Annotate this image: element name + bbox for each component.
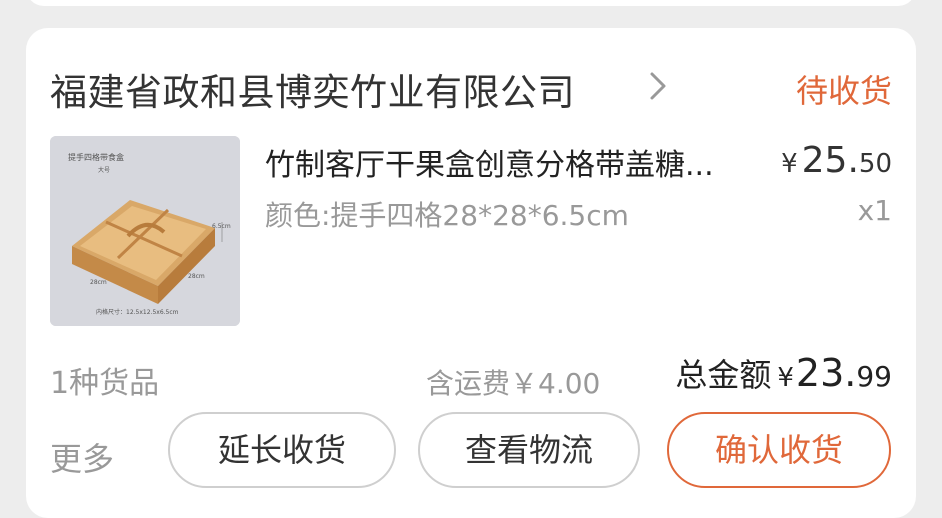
total-decimal: 99 bbox=[856, 360, 892, 393]
image-width-dim: 28cm bbox=[90, 279, 107, 286]
view-logistics-button[interactable]: 查看物流 bbox=[418, 412, 640, 488]
previous-order-card bbox=[26, 0, 916, 6]
price-currency: ¥ bbox=[781, 149, 798, 179]
product-image[interactable]: 提手四格带食盒 大号 6.5cm 28cm 28cm 内格尺寸：12.5x12.… bbox=[50, 136, 240, 326]
shop-name[interactable]: 福建省政和县博奕竹业有限公司 bbox=[50, 62, 575, 116]
confirm-receipt-button[interactable]: 确认收货 bbox=[667, 412, 891, 488]
image-height-dim: 6.5cm bbox=[212, 223, 231, 230]
product-title[interactable]: 竹制客厅干果盒创意分格带盖糖... bbox=[265, 140, 745, 184]
total-currency: ¥ bbox=[777, 363, 794, 393]
more-button[interactable]: 更多 bbox=[50, 434, 114, 480]
chevron-right-icon[interactable] bbox=[638, 66, 678, 106]
product-price: ¥25.50 bbox=[781, 140, 892, 181]
extend-receipt-button[interactable]: 延长收货 bbox=[168, 412, 396, 488]
total-label: 总金额 bbox=[675, 356, 772, 394]
image-top-label: 提手四格带食盒 bbox=[68, 152, 124, 162]
product-spec: 颜色:提手四格28*28*6.5cm bbox=[265, 199, 629, 232]
price-decimal: 50 bbox=[858, 149, 892, 179]
shop-header[interactable]: 福建省政和县博奕竹业有限公司 待收货 bbox=[50, 60, 892, 114]
total-integer: 23. bbox=[795, 351, 857, 395]
product-quantity: x1 bbox=[857, 194, 892, 227]
price-integer: 25. bbox=[801, 140, 859, 181]
image-size-label: 大号 bbox=[98, 166, 110, 174]
image-depth-dim: 28cm bbox=[188, 273, 205, 280]
item-count: 1种货品 bbox=[50, 366, 160, 401]
order-status: 待收货 bbox=[795, 72, 892, 110]
image-inner-size: 内格尺寸：12.5x12.5x6.5cm bbox=[96, 308, 179, 316]
order-total: 总金额 ¥23.99 bbox=[675, 350, 892, 396]
freight-note: 含运费￥4.00 bbox=[426, 367, 601, 400]
order-card: 福建省政和县博奕竹业有限公司 待收货 提手四格带食盒 大号 6.5cm 28cm… bbox=[26, 28, 916, 518]
